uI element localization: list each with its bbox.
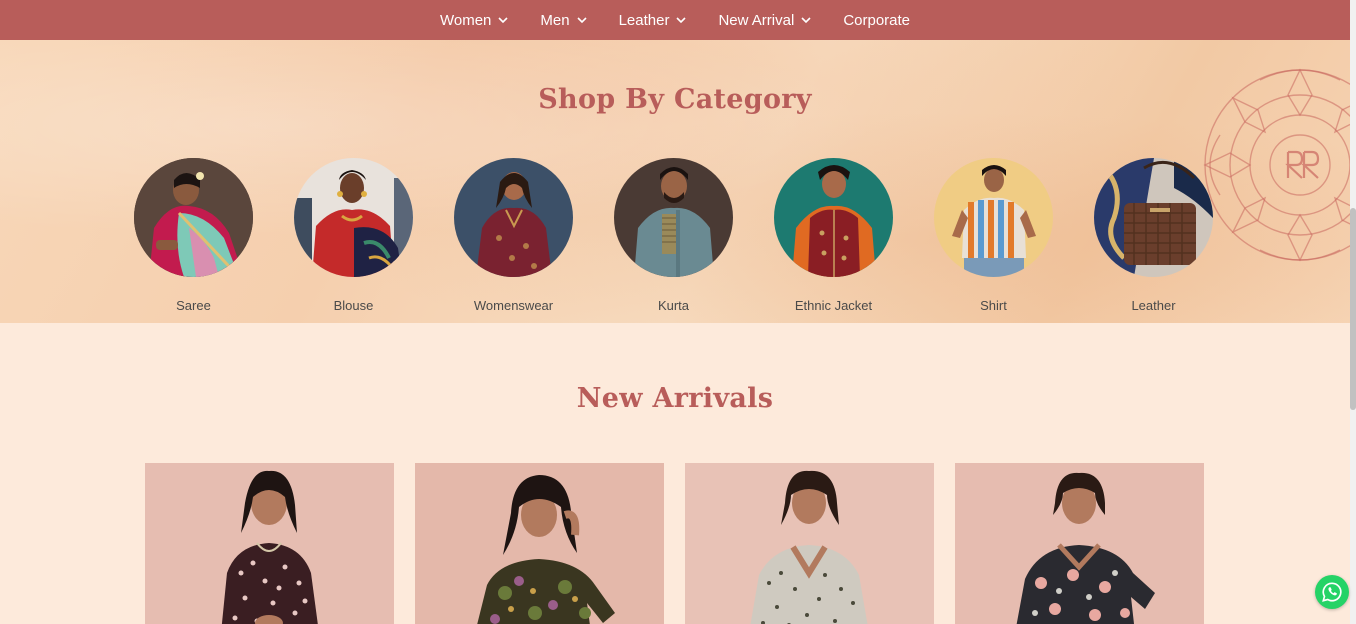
nav-item-men[interactable]: Men (524, 0, 602, 40)
nav-item-label: Leather (618, 11, 670, 29)
scrollbar-thumb[interactable] (1350, 208, 1356, 410)
product-card[interactable] (685, 463, 934, 624)
page-scrollbar[interactable] (1350, 0, 1356, 624)
nav-item-women[interactable]: Women (424, 0, 524, 40)
nav-item-label: Women (439, 11, 492, 29)
category-item-blouse[interactable]: Blouse (294, 158, 413, 313)
category-label[interactable]: Kurta (658, 298, 689, 313)
product-image[interactable] (415, 463, 664, 624)
product-card[interactable] (415, 463, 664, 624)
category-label[interactable]: Blouse (334, 298, 374, 313)
product-image[interactable] (955, 463, 1204, 624)
nav-item-label: New Arrival (718, 11, 795, 29)
category-label[interactable]: Ethnic Jacket (795, 298, 872, 313)
chevron-down-icon (801, 15, 811, 25)
new-arrivals-title: New Arrivals (576, 383, 774, 414)
category-item-kurta[interactable]: Kurta (614, 158, 733, 313)
main-nav: Women Men Leather New Arrival Corporate (0, 0, 1350, 40)
category-image-kurta[interactable] (614, 158, 733, 277)
category-image-ethnic-jacket[interactable] (774, 158, 893, 277)
product-grid (145, 463, 1204, 624)
whatsapp-chat-button[interactable] (1315, 575, 1349, 609)
product-image[interactable] (145, 463, 394, 624)
nav-item-new-arrival[interactable]: New Arrival (702, 0, 827, 40)
product-card[interactable] (955, 463, 1204, 624)
category-image-blouse[interactable] (294, 158, 413, 277)
nav-item-label: Corporate (843, 11, 911, 29)
category-image-womenswear[interactable] (454, 158, 573, 277)
chevron-down-icon (498, 15, 508, 25)
nav-item-corporate[interactable]: Corporate (827, 0, 926, 40)
nav-item-label: Men (540, 11, 570, 29)
category-label[interactable]: Leather (1131, 298, 1175, 313)
category-item-womenswear[interactable]: Womenswear (454, 158, 573, 313)
category-section: Shop By Category Saree Blouse Womenswear… (0, 40, 1350, 323)
category-label[interactable]: Womenswear (474, 298, 553, 313)
category-item-saree[interactable]: Saree (134, 158, 253, 313)
chevron-down-icon (577, 15, 587, 25)
product-image[interactable] (685, 463, 934, 624)
category-image-shirt[interactable] (934, 158, 1053, 277)
whatsapp-icon (1322, 582, 1342, 602)
product-card[interactable] (145, 463, 394, 624)
category-image-saree[interactable] (134, 158, 253, 277)
category-image-leather[interactable] (1094, 158, 1213, 277)
category-item-shirt[interactable]: Shirt (934, 158, 1053, 313)
nav-item-leather[interactable]: Leather (603, 0, 703, 40)
category-list: Saree Blouse Womenswear Kurta Ethnic Jac… (134, 158, 1213, 313)
category-label[interactable]: Saree (176, 298, 211, 313)
category-section-title: Shop By Category (538, 84, 812, 115)
category-item-leather[interactable]: Leather (1094, 158, 1213, 313)
category-label[interactable]: Shirt (980, 298, 1007, 313)
chevron-down-icon (676, 15, 687, 25)
category-item-ethnic-jacket[interactable]: Ethnic Jacket (774, 158, 893, 313)
